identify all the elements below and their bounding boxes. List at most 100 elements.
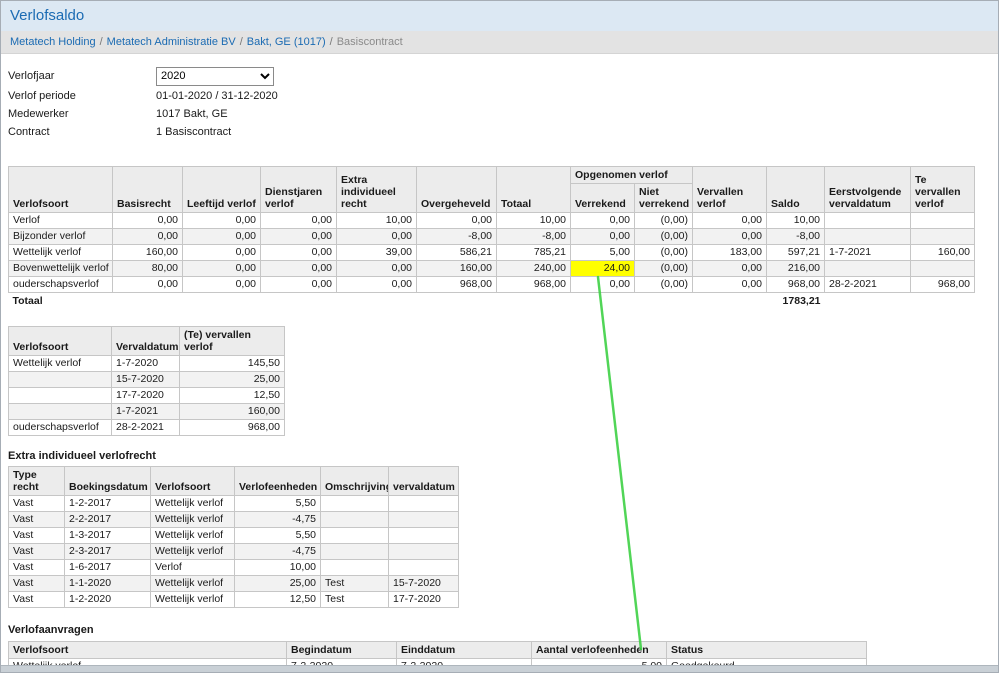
column-header: Begindatum bbox=[287, 642, 397, 659]
table-cell: Bijzonder verlof bbox=[9, 229, 113, 245]
column-header: Vervaldatum bbox=[112, 327, 180, 356]
table-cell: 28-2-2021 bbox=[112, 420, 180, 436]
table-row: ouderschapsverlof0,000,000,000,00968,009… bbox=[9, 277, 975, 293]
table-cell: Wettelijk verlof bbox=[151, 496, 235, 512]
verlofjaar-select[interactable]: 2020 bbox=[156, 67, 274, 86]
table-cell: Wettelijk verlof bbox=[151, 544, 235, 560]
table-cell bbox=[911, 293, 975, 311]
table-cell bbox=[321, 560, 389, 576]
table-cell: 2-3-2017 bbox=[65, 544, 151, 560]
table-cell bbox=[321, 544, 389, 560]
table-cell: 0,00 bbox=[571, 213, 635, 229]
table-cell: 5,50 bbox=[235, 528, 321, 544]
table-cell bbox=[911, 213, 975, 229]
table-cell: Wettelijk verlof bbox=[151, 512, 235, 528]
table-cell: 0,00 bbox=[113, 229, 183, 245]
table-row: Vast1-6-2017Verlof10,00 bbox=[9, 560, 459, 576]
table-cell: -4,75 bbox=[235, 544, 321, 560]
table-cell: (0,00) bbox=[635, 213, 693, 229]
table-cell: 17-7-2020 bbox=[112, 388, 180, 404]
table-cell: (0,00) bbox=[635, 229, 693, 245]
table-cell bbox=[635, 293, 693, 311]
table-cell: ouderschapsverlof bbox=[9, 420, 112, 436]
table-cell: Wettelijk verlof bbox=[151, 592, 235, 608]
table-cell: 1-1-2020 bbox=[65, 576, 151, 592]
table-cell: Vast bbox=[9, 496, 65, 512]
table-cell: -8,00 bbox=[417, 229, 497, 245]
page-title: Verlofsaldo bbox=[10, 7, 84, 24]
column-header: Basisrecht bbox=[113, 167, 183, 213]
table-cell bbox=[571, 293, 635, 311]
table-row: Vast1-2-2017Wettelijk verlof5,50 bbox=[9, 496, 459, 512]
table-cell bbox=[911, 261, 975, 277]
verlofaanvragen-title: Verlofaanvragen bbox=[8, 624, 998, 636]
table-cell: 160,00 bbox=[417, 261, 497, 277]
titlebar: Verlofsaldo bbox=[1, 1, 998, 31]
table-cell: 0,00 bbox=[337, 261, 417, 277]
table-cell: Vast bbox=[9, 560, 65, 576]
table-row: 15-7-202025,00 bbox=[9, 372, 285, 388]
table-cell: 0,00 bbox=[693, 229, 767, 245]
table-cell: 0,00 bbox=[113, 277, 183, 293]
table-cell: 15-7-2020 bbox=[389, 576, 459, 592]
breadcrumb-link-holding[interactable]: Metatech Holding bbox=[10, 36, 96, 48]
table-cell: 183,00 bbox=[693, 245, 767, 261]
table-cell bbox=[389, 512, 459, 528]
table-cell: 0,00 bbox=[183, 213, 261, 229]
table-cell: 17-7-2020 bbox=[389, 592, 459, 608]
column-header: Verlofsoort bbox=[9, 642, 287, 659]
table-row: 17-7-202012,50 bbox=[9, 388, 285, 404]
table-cell: 0,00 bbox=[183, 261, 261, 277]
contract-value: 1 Basiscontract bbox=[156, 126, 231, 138]
table-cell: 12,50 bbox=[235, 592, 321, 608]
table-cell: Verlof bbox=[9, 213, 113, 229]
table-cell: Wettelijk verlof bbox=[151, 528, 235, 544]
column-header: Dienstjaren verlof bbox=[261, 167, 337, 213]
table-row: 1-7-2021160,00 bbox=[9, 404, 285, 420]
table-cell: 0,00 bbox=[261, 261, 337, 277]
breadcrumb-separator: / bbox=[240, 36, 243, 48]
table-cell: 10,00 bbox=[767, 213, 825, 229]
column-group-header: Opgenomen verlof bbox=[571, 167, 693, 184]
table-cell: 160,00 bbox=[113, 245, 183, 261]
table-row: Vast1-1-2020Wettelijk verlof25,00Test15-… bbox=[9, 576, 459, 592]
table-cell: Vast bbox=[9, 576, 65, 592]
highlighted-cell: 24,00 bbox=[571, 261, 635, 277]
column-header: Verrekend bbox=[571, 184, 635, 213]
breadcrumb: Metatech Holding / Metatech Administratie … bbox=[1, 31, 998, 54]
table-cell: 785,21 bbox=[497, 245, 571, 261]
breadcrumb-current: Basiscontract bbox=[337, 36, 403, 48]
table-cell: 160,00 bbox=[911, 245, 975, 261]
table-cell: 25,00 bbox=[235, 576, 321, 592]
breadcrumb-link-administratie[interactable]: Metatech Administratie BV bbox=[107, 36, 236, 48]
table-cell: Test bbox=[321, 592, 389, 608]
table-cell: 2-2-2017 bbox=[65, 512, 151, 528]
breadcrumb-link-medewerker[interactable]: Bakt, GE (1017) bbox=[247, 36, 326, 48]
table-cell bbox=[389, 528, 459, 544]
table-row: Bijzonder verlof0,000,000,000,00-8,00-8,… bbox=[9, 229, 975, 245]
table-cell: 0,00 bbox=[571, 277, 635, 293]
verlof-periode-label: Verlof periode bbox=[8, 90, 156, 102]
table-cell: ouderschapsverlof bbox=[9, 277, 113, 293]
table-cell: Wettelijk verlof bbox=[9, 356, 112, 372]
table-cell: (0,00) bbox=[635, 261, 693, 277]
table-cell: 1-3-2017 bbox=[65, 528, 151, 544]
table-cell: Bovenwettelijk verlof bbox=[9, 261, 113, 277]
table-cell: 1-7-2021 bbox=[825, 245, 911, 261]
column-header: Aantal verlofeenheden bbox=[532, 642, 667, 659]
table-row: Vast1-2-2020Wettelijk verlof12,50Test17-… bbox=[9, 592, 459, 608]
table-row: Wettelijk verlof160,000,000,0039,00586,2… bbox=[9, 245, 975, 261]
table-cell bbox=[113, 293, 183, 311]
table-cell: 968,00 bbox=[417, 277, 497, 293]
table-cell bbox=[183, 293, 261, 311]
table-cell: 12,50 bbox=[180, 388, 285, 404]
table-cell: 968,00 bbox=[911, 277, 975, 293]
horizontal-scrollbar[interactable] bbox=[1, 665, 998, 672]
table-row: Verlof0,000,000,0010,000,0010,000,00(0,0… bbox=[9, 213, 975, 229]
table-cell: 0,00 bbox=[261, 245, 337, 261]
column-header: vervaldatum bbox=[389, 467, 459, 496]
table-cell: 1-6-2017 bbox=[65, 560, 151, 576]
table-cell bbox=[911, 229, 975, 245]
vervallen-verlof-table: VerlofsoortVervaldatum(Te) vervallen ver… bbox=[8, 326, 285, 436]
table-cell: 0,00 bbox=[417, 213, 497, 229]
